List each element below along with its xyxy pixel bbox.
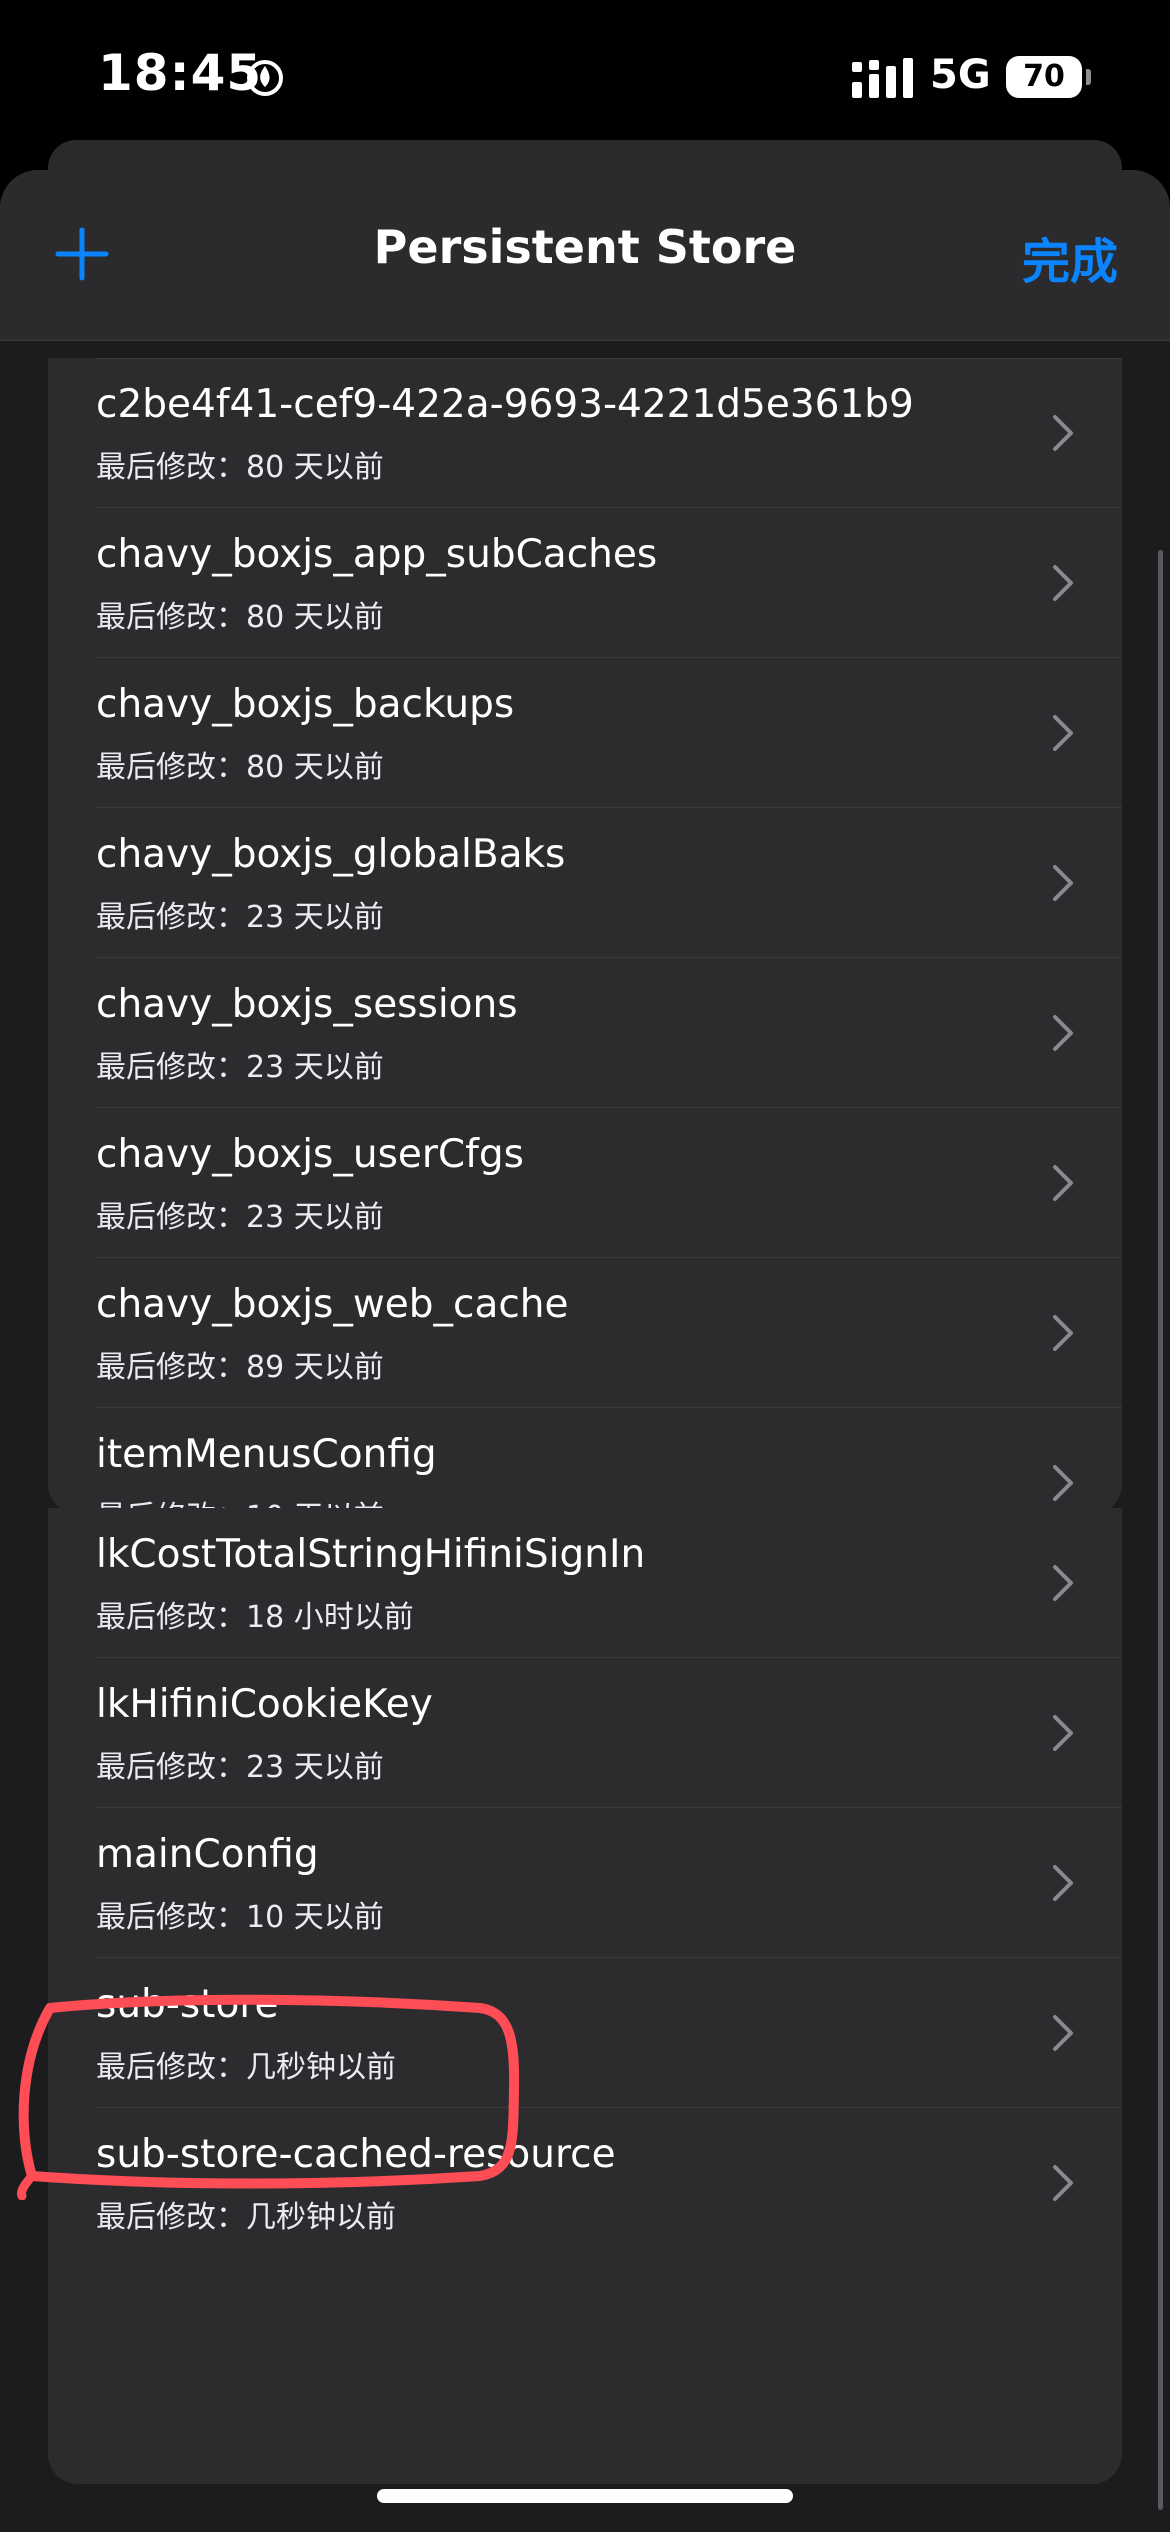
- list-item[interactable]: lkHifiniCookieKey 最后修改：23 天以前: [48, 1658, 1122, 1808]
- item-key: chavy_boxjs_globalBaks: [96, 832, 566, 877]
- persistent-store-sheet: Persistent Store 完成 c2be4f41-cef9-422a-9…: [0, 170, 1170, 2532]
- item-key: c2be4f41-cef9-422a-9693-4221d5e361b9: [96, 382, 914, 427]
- item-key: lkHifiniCookieKey: [96, 1682, 433, 1727]
- battery-indicator: 70: [1006, 56, 1082, 98]
- list-item[interactable]: itemMenusConfig 最后修改：10 天以前: [48, 1408, 1122, 1514]
- item-modified: 最后修改：23 天以前: [96, 1050, 384, 1085]
- list-item[interactable]: chavy_boxjs_userCfgs 最后修改：23 天以前: [48, 1108, 1122, 1258]
- item-modified: 最后修改：几秒钟以前: [96, 2200, 396, 2235]
- chevron-right-icon: [1053, 1865, 1073, 1901]
- item-key: chavy_boxjs_userCfgs: [96, 1132, 524, 1177]
- item-key: itemMenusConfig: [96, 1432, 437, 1477]
- cellular-signal-icon: [852, 58, 913, 98]
- item-modified: 最后修改：23 天以前: [96, 900, 384, 935]
- item-key: chavy_boxjs_backups: [96, 682, 515, 727]
- item-key: sub-store-cached-resource: [96, 2132, 616, 2177]
- list-item[interactable]: c2be4f41-cef9-422a-9693-4221d5e361b9 最后修…: [48, 358, 1122, 508]
- done-button[interactable]: 完成: [1022, 222, 1118, 292]
- item-modified: 最后修改：80 天以前: [96, 450, 384, 485]
- focus-mode-icon: [247, 60, 283, 96]
- item-modified: 最后修改：几秒钟以前: [96, 2050, 396, 2085]
- list-item[interactable]: sub-store-cached-resource 最后修改：几秒钟以前: [48, 2108, 1122, 2258]
- chevron-right-icon: [1053, 1565, 1073, 1601]
- store-list-continued: lkCostTotalStringHifiniSignIn 最后修改：18 小时…: [48, 1508, 1122, 2484]
- chevron-right-icon: [1053, 565, 1073, 601]
- item-modified: 最后修改：89 天以前: [96, 1350, 384, 1385]
- item-key: chavy_boxjs_sessions: [96, 982, 518, 1027]
- chevron-right-icon: [1053, 415, 1073, 451]
- status-bar: 18:45 5G 70: [0, 0, 1170, 150]
- list-item[interactable]: chavy_boxjs_app_subCaches 最后修改：80 天以前: [48, 508, 1122, 658]
- chevron-right-icon: [1053, 715, 1073, 751]
- list-item[interactable]: chavy_boxjs_backups 最后修改：80 天以前: [48, 658, 1122, 808]
- item-key: chavy_boxjs_app_subCaches: [96, 532, 658, 577]
- home-indicator[interactable]: [377, 2489, 793, 2503]
- chevron-right-icon: [1053, 1165, 1073, 1201]
- chevron-right-icon: [1053, 2015, 1073, 2051]
- item-modified: 最后修改：80 天以前: [96, 600, 384, 635]
- chevron-right-icon: [1053, 1715, 1073, 1751]
- network-type: 5G: [930, 52, 991, 98]
- item-modified: 最后修改：18 小时以前: [96, 1600, 414, 1635]
- item-key: sub-store: [96, 1982, 279, 2027]
- item-key: mainConfig: [96, 1832, 319, 1877]
- list-item[interactable]: mainConfig 最后修改：10 天以前: [48, 1808, 1122, 1958]
- list-item-sub-store[interactable]: sub-store 最后修改：几秒钟以前: [48, 1958, 1122, 2108]
- chevron-right-icon: [1053, 2165, 1073, 2201]
- list-item[interactable]: lkCostTotalStringHifiniSignIn 最后修改：18 小时…: [48, 1508, 1122, 1658]
- scroll-indicator[interactable]: [1158, 550, 1163, 2510]
- navigation-bar: Persistent Store 完成: [0, 170, 1170, 341]
- chevron-right-icon: [1053, 1315, 1073, 1351]
- chevron-right-icon: [1053, 865, 1073, 901]
- list-item[interactable]: chavy_boxjs_globalBaks 最后修改：23 天以前: [48, 808, 1122, 958]
- chevron-right-icon: [1053, 1465, 1073, 1501]
- battery-tip: [1086, 69, 1091, 85]
- chevron-right-icon: [1053, 1015, 1073, 1051]
- item-modified: 最后修改：10 天以前: [96, 1900, 384, 1935]
- item-modified: 最后修改：80 天以前: [96, 750, 384, 785]
- item-key: lkCostTotalStringHifiniSignIn: [96, 1532, 646, 1577]
- status-time: 18:45: [98, 44, 263, 102]
- add-icon[interactable]: [54, 226, 110, 282]
- list-item[interactable]: chavy_boxjs_sessions 最后修改：23 天以前: [48, 958, 1122, 1108]
- store-list: c2be4f41-cef9-422a-9693-4221d5e361b9 最后修…: [48, 358, 1122, 1514]
- list-item[interactable]: chavy_boxjs_web_cache 最后修改：89 天以前: [48, 1258, 1122, 1408]
- item-modified: 最后修改：23 天以前: [96, 1750, 384, 1785]
- item-key: chavy_boxjs_web_cache: [96, 1282, 569, 1327]
- page-title: Persistent Store: [373, 220, 797, 274]
- item-modified: 最后修改：23 天以前: [96, 1200, 384, 1235]
